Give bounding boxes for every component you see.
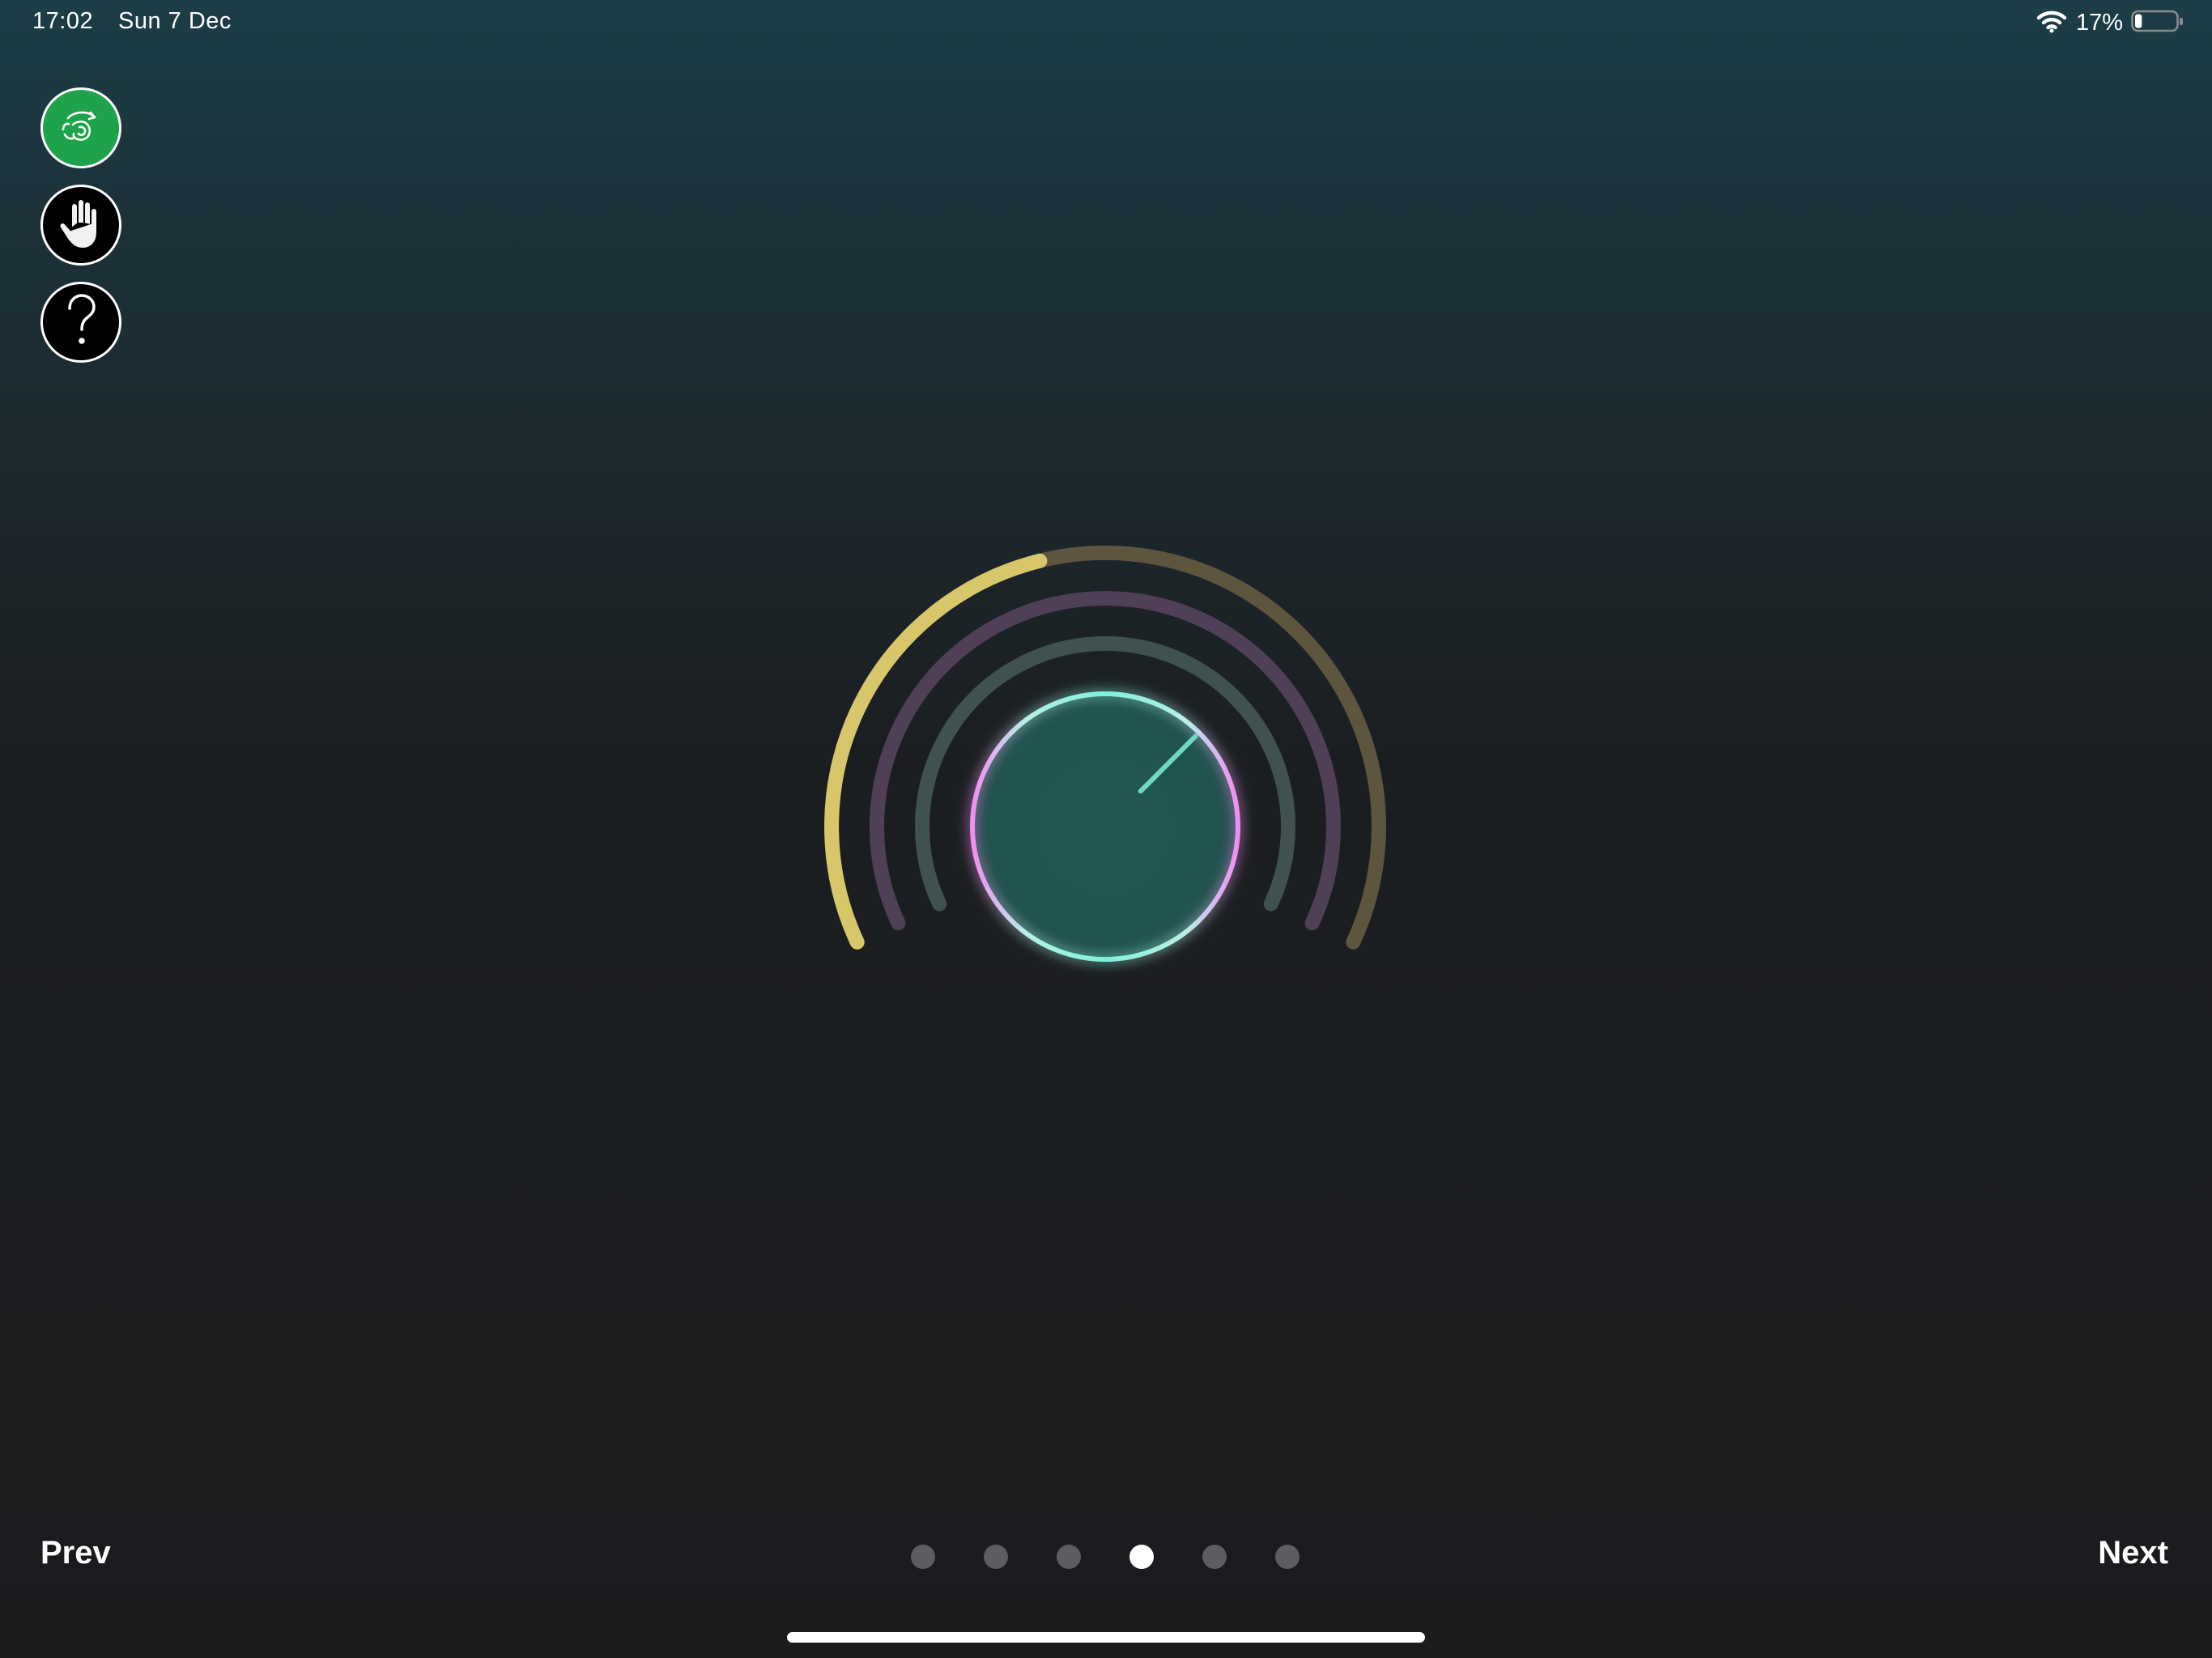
page-dot-3[interactable]	[1057, 1545, 1081, 1569]
page-dot-4[interactable]	[1129, 1545, 1154, 1569]
page-dot-1[interactable]	[911, 1545, 935, 1569]
page-dot-5[interactable]	[1202, 1545, 1227, 1569]
battery-percent: 17%	[2075, 9, 2123, 36]
rotate-gesture-icon	[55, 100, 107, 156]
hand-icon	[56, 195, 106, 256]
prev-button[interactable]: Prev	[40, 1535, 111, 1571]
battery-icon	[2131, 9, 2184, 37]
page-dot-2[interactable]	[984, 1545, 1008, 1569]
knob-area	[0, 0, 2212, 1658]
status-time: 17:02	[32, 8, 94, 34]
page-dot-6[interactable]	[1275, 1545, 1300, 1569]
rotary-knob[interactable]	[810, 526, 1401, 980]
gesture-button[interactable]	[40, 87, 121, 168]
hand-button[interactable]	[40, 185, 121, 266]
help-button[interactable]	[40, 282, 121, 363]
status-date: Sun 7 Dec	[118, 8, 232, 34]
status-right: 17%	[2035, 8, 2184, 37]
next-button[interactable]: Next	[2098, 1535, 2168, 1571]
home-indicator[interactable]	[787, 1632, 1425, 1643]
question-mark-icon	[61, 292, 101, 353]
wifi-icon	[2035, 9, 2068, 37]
status-bar: 17:02 Sun 7 Dec 17%	[0, 0, 2212, 45]
page-indicator	[911, 1545, 1300, 1572]
